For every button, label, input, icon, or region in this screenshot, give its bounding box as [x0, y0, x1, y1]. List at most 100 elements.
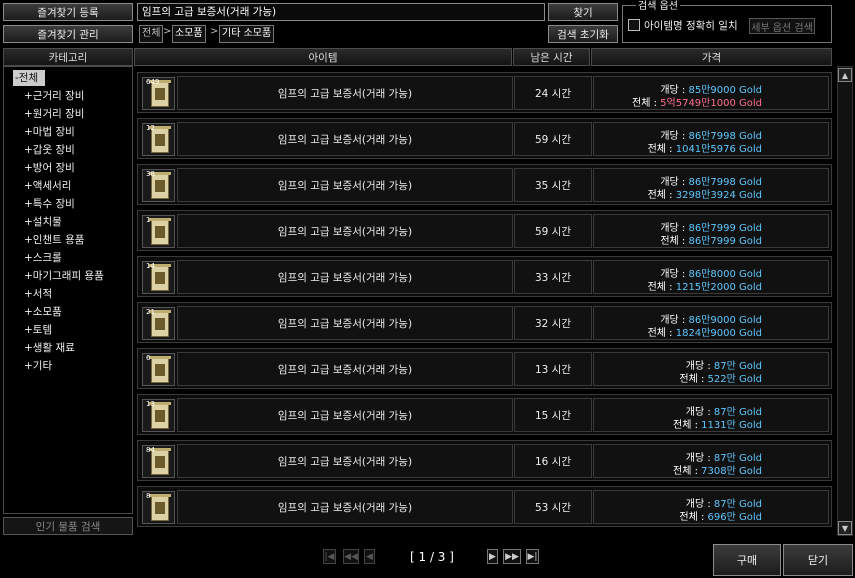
time-remaining: 59 시간	[514, 214, 592, 248]
category-item[interactable]: +갑옷 장비	[24, 142, 75, 157]
scroll-icon	[149, 494, 171, 521]
category-item[interactable]: +인챈트 용품	[24, 232, 84, 247]
item-icon-slot: 13	[142, 399, 175, 432]
item-quantity: 1	[146, 216, 151, 224]
item-quantity: 6	[146, 354, 151, 362]
breadcrumb-all[interactable]: 전체	[139, 25, 164, 43]
category-item[interactable]: +설치물	[24, 214, 62, 229]
search-input[interactable]: 임프의 고급 보증서(거래 가능)	[137, 3, 545, 21]
item-quantity: 38	[146, 170, 155, 178]
table-row[interactable]: 649 임프의 고급 보증서(거래 가능) 24 시간 개당 : 85만9000…	[137, 72, 832, 113]
price-cell: 개당 : 86만7998 Gold 전체 : 3298만3924 Gold	[593, 168, 829, 202]
item-icon-slot: 14	[142, 261, 175, 294]
price-cell: 개당 : 86만9000 Gold 전체 : 1824만9000 Gold	[593, 306, 829, 340]
last-page-icon[interactable]: ▶|	[526, 549, 539, 564]
breadcrumb-separator: >	[163, 26, 172, 37]
price-total: 1131만 Gold	[701, 420, 762, 431]
item-icon-slot: 1	[142, 215, 175, 248]
price-total-label: 전체 :	[673, 420, 702, 431]
item-name: 임프의 고급 보증서(거래 가능)	[177, 444, 513, 478]
breadcrumb-consumables[interactable]: 소모품	[172, 25, 206, 43]
price-cell: 개당 : 86만7998 Gold 전체 : 1041만5976 Gold	[593, 122, 829, 156]
category-item[interactable]: +생활 재료	[24, 340, 75, 355]
item-quantity: 21	[146, 308, 155, 316]
price-total-label: 전체 :	[679, 374, 708, 385]
item-quantity: 13	[146, 400, 155, 408]
price-total: 522만 Gold	[707, 374, 762, 385]
header-price[interactable]: 가격	[591, 48, 832, 66]
price-total-label: 전체 :	[647, 190, 676, 201]
category-item[interactable]: +마기그래피 용품	[24, 268, 104, 283]
time-remaining: 16 시간	[514, 444, 592, 478]
item-name: 임프의 고급 보증서(거래 가능)	[177, 214, 513, 248]
table-row[interactable]: 84 임프의 고급 보증서(거래 가능) 16 시간 개당 : 87만 Gold…	[137, 440, 832, 481]
category-item[interactable]: +마법 장비	[24, 124, 75, 139]
category-item[interactable]: +서적	[24, 286, 52, 301]
buy-button[interactable]: 구매	[713, 544, 781, 576]
next-page-icon[interactable]: ▶	[487, 549, 498, 564]
category-item[interactable]: +소모품	[24, 304, 62, 319]
item-icon-slot: 8	[142, 491, 175, 524]
price-total-label: 전체 :	[647, 328, 676, 339]
time-remaining: 24 시간	[514, 76, 592, 110]
price-total: 1041만5976 Gold	[675, 144, 762, 155]
breadcrumb-separator: >	[210, 26, 219, 37]
item-icon-slot: 12	[142, 123, 175, 156]
breadcrumb-other-consumables[interactable]: 기타 소모품	[219, 25, 275, 43]
price-total: 1215만2000 Gold	[675, 282, 762, 293]
header-category: 카테고리	[3, 48, 133, 66]
category-item[interactable]: +특수 장비	[24, 196, 75, 211]
header-time[interactable]: 남은 시간	[513, 48, 590, 66]
item-quantity: 649	[146, 78, 160, 86]
item-name: 임프의 고급 보증서(거래 가능)	[177, 306, 513, 340]
page-indicator: [ 1 / 3 ]	[410, 550, 454, 564]
exact-match-checkbox[interactable]	[628, 19, 640, 31]
detail-options-button[interactable]: 세부 옵션 검색	[749, 18, 815, 34]
table-row[interactable]: 13 임프의 고급 보증서(거래 가능) 15 시간 개당 : 87만 Gold…	[137, 394, 832, 435]
price-total-label: 전체 :	[673, 466, 702, 477]
price-cell: 개당 : 86만7999 Gold 전체 : 86만7999 Gold	[593, 214, 829, 248]
category-item[interactable]: +토템	[24, 322, 52, 337]
prev-ten-pages-icon[interactable]: ◀◀	[343, 549, 359, 564]
category-item-all[interactable]: -전체	[13, 70, 45, 86]
scroll-icon	[149, 356, 171, 383]
close-button[interactable]: 닫기	[783, 544, 853, 576]
favorites-register-button[interactable]: 즐겨찾기 등록	[3, 3, 133, 21]
price-cell: 개당 : 87만 Gold 전체 : 7308만 Gold	[593, 444, 829, 478]
price-total: 3298만3924 Gold	[675, 190, 762, 201]
price-cell: 개당 : 86만8000 Gold 전체 : 1215만2000 Gold	[593, 260, 829, 294]
list-scrollbar[interactable]	[837, 66, 853, 536]
table-row[interactable]: 21 임프의 고급 보증서(거래 가능) 32 시간 개당 : 86만9000 …	[137, 302, 832, 343]
item-name: 임프의 고급 보증서(거래 가능)	[177, 260, 513, 294]
header-item[interactable]: 아이템	[134, 48, 512, 66]
category-item[interactable]: +기타	[24, 358, 52, 373]
table-row[interactable]: 14 임프의 고급 보증서(거래 가능) 33 시간 개당 : 86만8000 …	[137, 256, 832, 297]
item-name: 임프의 고급 보증서(거래 가능)	[177, 76, 513, 110]
search-reset-button[interactable]: 검색 초기화	[548, 25, 618, 43]
table-row[interactable]: 38 임프의 고급 보증서(거래 가능) 35 시간 개당 : 86만7998 …	[137, 164, 832, 205]
first-page-icon[interactable]: |◀	[323, 549, 336, 564]
favorites-manage-button[interactable]: 즐겨찾기 관리	[3, 25, 133, 43]
popular-items-search-button[interactable]: 인기 물품 검색	[3, 517, 133, 535]
category-item[interactable]: +액세서리	[24, 178, 71, 193]
category-item[interactable]: +원거리 장비	[24, 106, 84, 121]
prev-page-icon[interactable]: ◀	[364, 549, 375, 564]
scroll-up-icon[interactable]: ▲	[838, 68, 852, 82]
next-ten-pages-icon[interactable]: ▶▶	[503, 549, 521, 564]
price-total-label: 전체 :	[660, 236, 689, 247]
item-icon-slot: 6	[142, 353, 175, 386]
category-item[interactable]: +스크롤	[24, 250, 62, 265]
category-item[interactable]: +근거리 장비	[24, 88, 84, 103]
table-row[interactable]: 12 임프의 고급 보증서(거래 가능) 59 시간 개당 : 86만7998 …	[137, 118, 832, 159]
find-button[interactable]: 찾기	[548, 3, 618, 21]
category-item[interactable]: +방어 장비	[24, 160, 75, 175]
exact-match-label: 아이템명 정확히 일치	[644, 20, 738, 32]
scroll-down-icon[interactable]: ▼	[838, 521, 852, 535]
table-row[interactable]: 1 임프의 고급 보증서(거래 가능) 59 시간 개당 : 86만7999 G…	[137, 210, 832, 251]
scroll-icon	[149, 218, 171, 245]
table-row[interactable]: 8 임프의 고급 보증서(거래 가능) 53 시간 개당 : 87만 Gold …	[137, 486, 832, 527]
price-total-label: 전체 :	[647, 282, 676, 293]
time-remaining: 32 시간	[514, 306, 592, 340]
table-row[interactable]: 6 임프의 고급 보증서(거래 가능) 13 시간 개당 : 87만 Gold …	[137, 348, 832, 389]
time-remaining: 59 시간	[514, 122, 592, 156]
